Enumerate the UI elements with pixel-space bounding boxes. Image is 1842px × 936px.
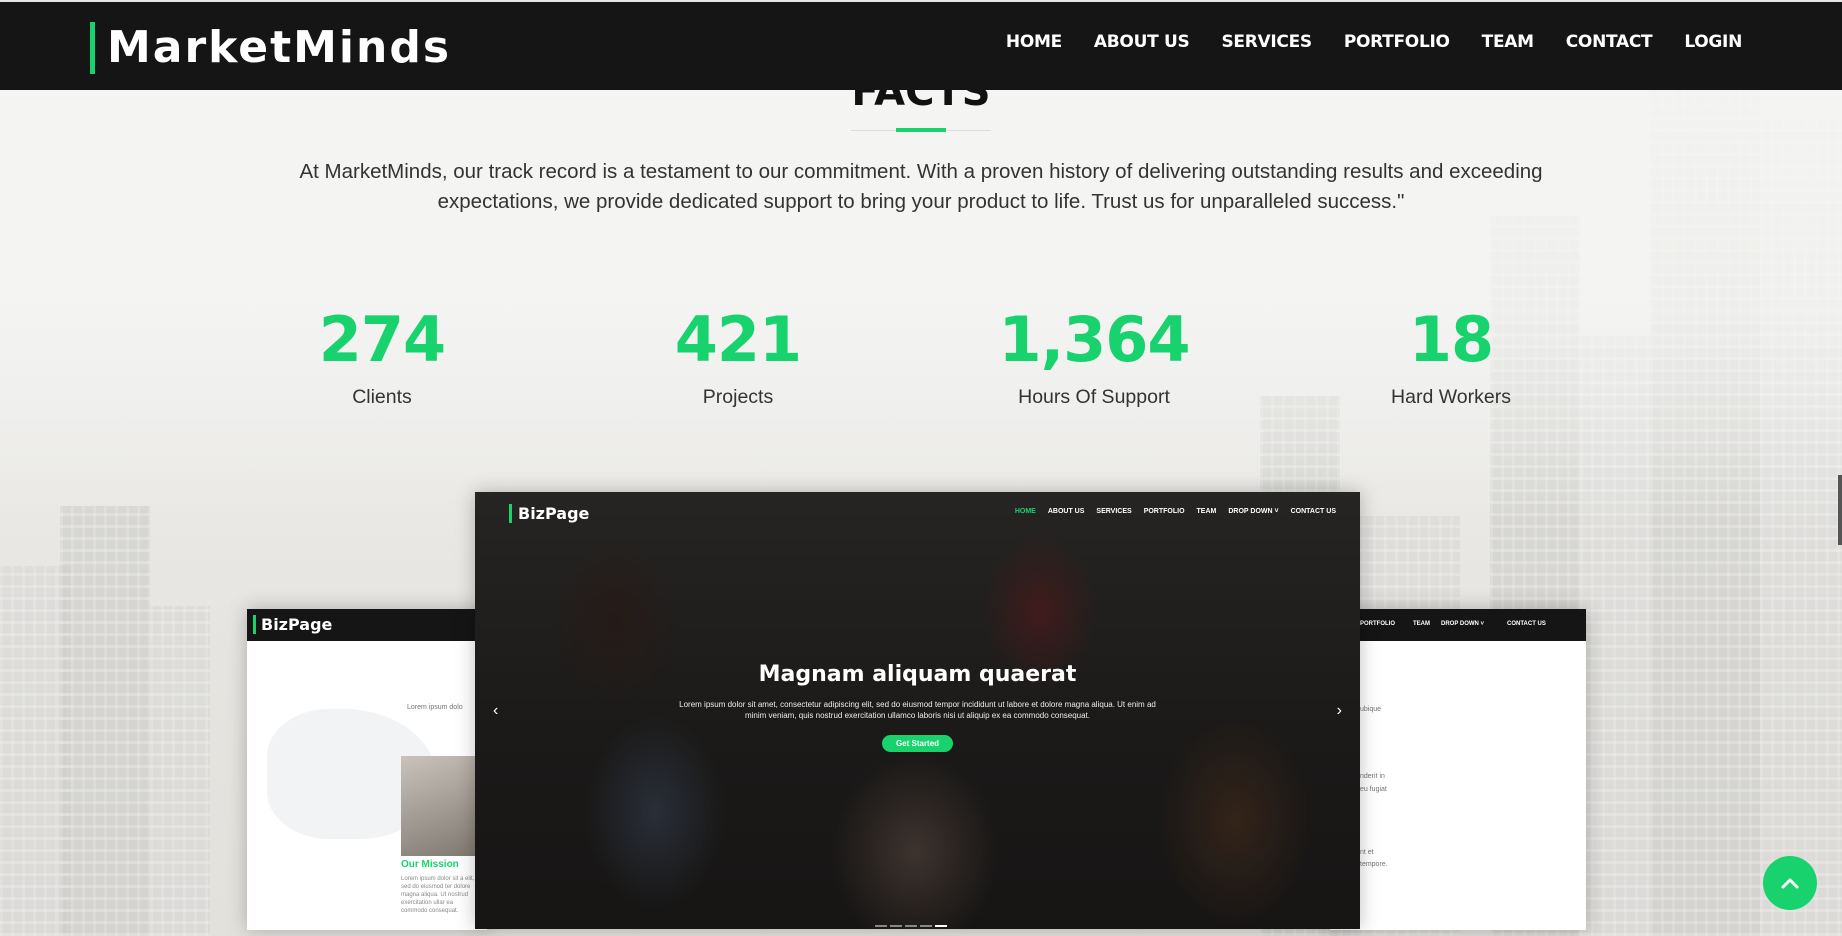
counter-value: 18 xyxy=(1408,303,1494,376)
counter-value: 421 xyxy=(674,303,802,376)
mockup-main-brand: BizPage xyxy=(509,504,589,523)
mockup-nav-home: HOME xyxy=(1014,508,1036,515)
mockup-right: PORTFOLIO TEAM DROP DOWN ˅ CONTACT US ub… xyxy=(1330,609,1586,930)
counter-label: Clients xyxy=(352,386,412,408)
mockup-left-mission-text: Lorem ipsum dolor sit a elit, sed do eiu… xyxy=(401,876,475,914)
title-underline xyxy=(851,128,991,132)
mockup-hero-text: Lorem ipsum dolor sit amet, consectetur … xyxy=(679,700,1156,720)
nav-services[interactable]: SERVICES xyxy=(1221,32,1312,52)
site-header: MarketMinds HOME ABOUT US SERVICES PORTF… xyxy=(0,0,1842,90)
site-logo[interactable]: MarketMinds xyxy=(90,22,451,74)
carousel-dot xyxy=(905,925,917,927)
counter-clients: 274 Clients xyxy=(252,300,512,409)
mockup-nav-dropdown: DROP DOWN ˅ xyxy=(1228,508,1279,515)
mockup-main-nav: HOME ABOUT US SERVICES PORTFOLIO TEAM DR… xyxy=(1015,508,1336,515)
chevron-up-icon xyxy=(1781,878,1799,889)
mockup-right-text: tempore. xyxy=(1360,861,1388,868)
mockup-right-text: ubique xyxy=(1360,706,1382,713)
nav-about-us[interactable]: ABOUT US xyxy=(1094,32,1190,52)
nav-login[interactable]: LOGIN xyxy=(1684,32,1742,52)
carousel-dot xyxy=(890,925,902,927)
mockup-right-header: PORTFOLIO TEAM DROP DOWN ˅ CONTACT US xyxy=(1330,609,1586,641)
facts-description: At MarketMinds, our track record is a te… xyxy=(299,160,1543,213)
carousel-dot xyxy=(920,925,932,927)
counter-label: Projects xyxy=(702,386,774,408)
counter-hard-workers: 18 Hard Workers xyxy=(1321,300,1581,409)
nav-portfolio[interactable]: PORTFOLIO xyxy=(1344,32,1450,52)
mockup-get-started-button: Get Started xyxy=(881,735,954,752)
counter-value: 274 xyxy=(318,303,446,376)
mockup-right-nav-item: CONTACT US xyxy=(1507,621,1546,627)
back-to-top-button[interactable] xyxy=(1763,856,1817,910)
mockup-hero-title: Magnam aliquam quaerat xyxy=(758,662,1077,687)
counter-label: Hours Of Support xyxy=(1018,386,1170,408)
mockup-nav-about: ABOUT US xyxy=(1047,508,1085,515)
mockup-left-brand: BizPage xyxy=(253,615,332,634)
nav-home[interactable]: HOME xyxy=(1006,32,1062,52)
main-nav: HOME ABOUT US SERVICES PORTFOLIO TEAM CO… xyxy=(1006,32,1742,52)
mockup-left-mission-title: Our Mission xyxy=(401,859,459,870)
mockup-right-text: eu fugiat xyxy=(1360,786,1387,793)
mockup-left: BizPage Lorem ipsum dolo Our Mission Lor… xyxy=(247,609,487,930)
mockup-nav-team: TEAM xyxy=(1196,508,1217,515)
mockup-left-header: BizPage xyxy=(247,609,487,641)
mockup-main: BizPage HOME ABOUT US SERVICES PORTFOLIO… xyxy=(475,492,1360,929)
mockup-right-text: nt et xyxy=(1360,849,1374,856)
mockup-right-nav-item: TEAM xyxy=(1413,621,1430,627)
nav-contact[interactable]: CONTACT xyxy=(1566,32,1653,52)
nav-team[interactable]: TEAM xyxy=(1482,32,1534,52)
mockup-main-header: BizPage HOME ABOUT US SERVICES PORTFOLIO… xyxy=(475,492,1360,536)
mockup-right-nav-item: PORTFOLIO xyxy=(1360,621,1395,627)
counter-value: 1,364 xyxy=(998,303,1190,376)
carousel-indicators xyxy=(875,925,947,927)
mockup-right-text: nderit in xyxy=(1360,773,1385,780)
mockup-nav-services: SERVICES xyxy=(1096,508,1132,515)
counter-label: Hard Workers xyxy=(1391,386,1511,408)
facts-section: FACTS At MarketMinds, our track record i… xyxy=(0,70,1842,217)
mockup-nav-contact: CONTACT US xyxy=(1290,508,1336,515)
mockup-left-lorem: Lorem ipsum dolo xyxy=(407,704,463,711)
scrollbar-thumb[interactable] xyxy=(1838,475,1842,545)
mockup-nav-portfolio: PORTFOLIO xyxy=(1143,508,1185,515)
carousel-dot-active xyxy=(935,925,947,927)
mockup-right-nav-item: DROP DOWN ˅ xyxy=(1441,621,1485,627)
counter-hours-of-support: 1,364 Hours Of Support xyxy=(964,300,1224,409)
mockup-hero: Magnam aliquam quaerat Lorem ipsum dolor… xyxy=(475,662,1360,752)
counter-projects: 421 Projects xyxy=(608,300,868,409)
carousel-dot xyxy=(875,925,887,927)
